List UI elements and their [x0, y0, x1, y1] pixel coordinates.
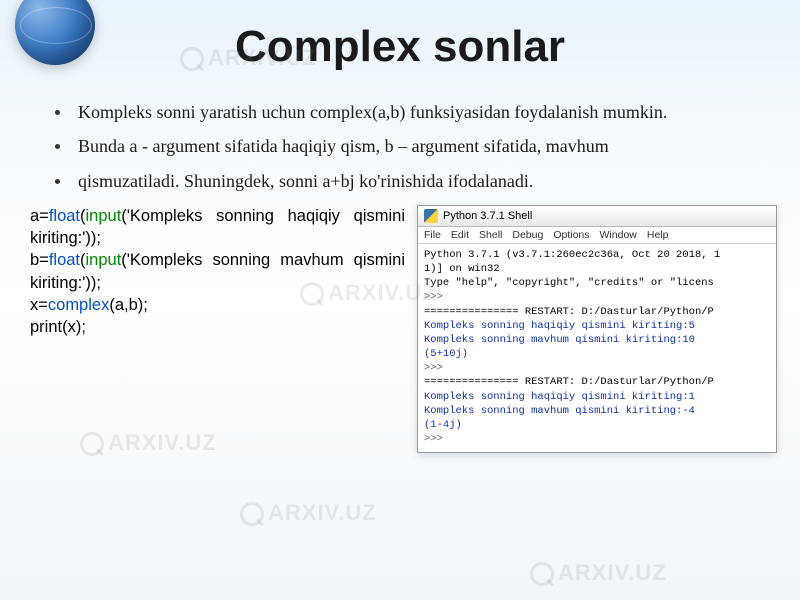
shell-menu: File Edit Shell Debug Options Window Hel…	[418, 227, 776, 244]
shell-title: Python 3.7.1 Shell	[443, 210, 532, 222]
shell-titlebar: Python 3.7.1 Shell	[418, 206, 776, 227]
python-shell-window: Python 3.7.1 Shell File Edit Shell Debug…	[417, 205, 777, 453]
python-icon	[424, 209, 438, 223]
menu-window[interactable]: Window	[600, 229, 637, 241]
code-snippet: a=float(input('Kompleks sonning haqiqiy …	[30, 205, 405, 453]
menu-file[interactable]: File	[424, 229, 441, 241]
watermark: ARXIV.UZ	[268, 500, 377, 525]
bullet-icon	[55, 144, 60, 149]
bullet-text: Kompleks sonni yaratish uchun complex(a,…	[78, 100, 667, 124]
bullet-text: Bunda a - argument sifatida haqiqiy qism…	[78, 134, 609, 158]
bullet-icon	[55, 179, 60, 184]
bullet-text: qismuzatiladi. Shuningdek, sonni a+bj ko…	[78, 169, 533, 193]
menu-shell[interactable]: Shell	[479, 229, 502, 241]
menu-help[interactable]: Help	[647, 229, 669, 241]
bullet-list: Kompleks sonni yaratish uchun complex(a,…	[55, 100, 760, 193]
menu-options[interactable]: Options	[553, 229, 589, 241]
bullet-icon	[55, 110, 60, 115]
shell-output: Python 3.7.1 (v3.7.1:260ec2c36a, Oct 20 …	[418, 244, 776, 452]
menu-debug[interactable]: Debug	[512, 229, 543, 241]
menu-edit[interactable]: Edit	[451, 229, 469, 241]
slide-title: Complex sonlar	[0, 0, 800, 72]
watermark: ARXIV.UZ	[558, 560, 667, 585]
